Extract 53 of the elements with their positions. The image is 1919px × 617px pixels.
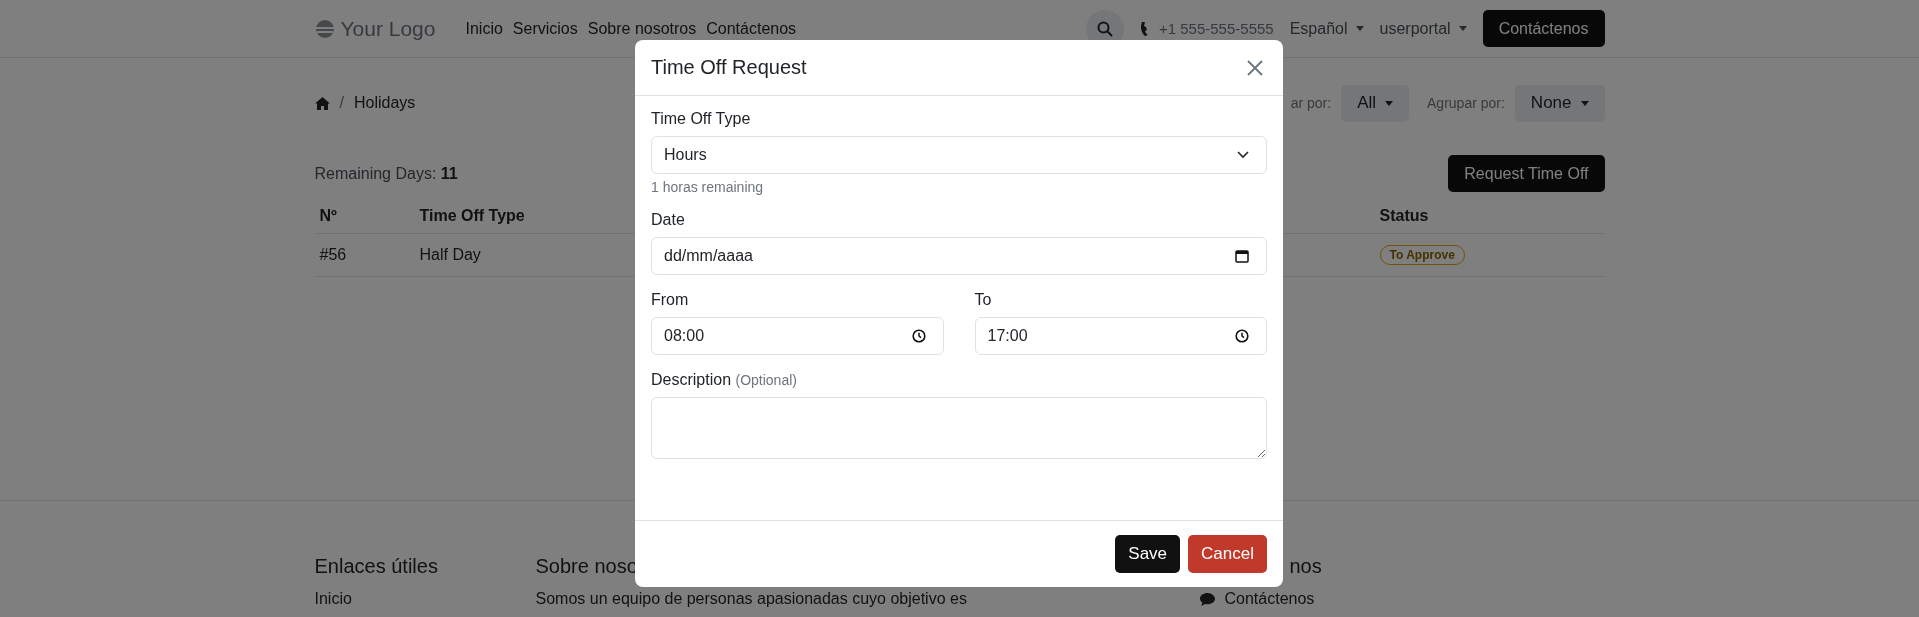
nav-link[interactable]: Servicios [512,19,578,38]
caret-icon [1355,26,1364,31]
calendar-icon[interactable] [1235,249,1249,263]
nav-link[interactable]: Contáctenos [706,19,797,38]
phone-number: +1 555-555-5555 [1159,20,1274,37]
caret-icon [1385,100,1394,106]
search-icon [1097,20,1113,37]
chat-icon [1199,592,1215,606]
table-cell: #56 [314,233,415,277]
cancel-button[interactable]: Cancel [1188,535,1267,573]
description-field[interactable] [651,397,1267,459]
footer-heading: nos [1289,555,1322,578]
caret-icon [1580,100,1589,106]
filter-dropdown[interactable]: All [1341,84,1410,122]
column-header: Nº [314,199,415,234]
footer-text: Somos un equipo de personas apasionadas cuyo objetivo es [535,590,968,608]
filter-label: ar por: [1290,95,1332,111]
field-label: To [974,291,993,309]
home-icon[interactable] [314,96,330,110]
date-field[interactable]: dd/mm/aaaa [651,237,1267,275]
close-icon [1247,59,1263,76]
column-header: Status [1374,199,1605,234]
help-text: 1 horas remaining [651,179,765,195]
clock-icon[interactable] [911,329,926,343]
time-off-type-select[interactable]: Hours [651,136,1267,174]
time-field[interactable]: 08:00 [651,317,944,355]
user-dropdown[interactable]: userportal [1379,19,1467,38]
save-button[interactable]: Save [1115,535,1181,573]
footer-link[interactable]: Inicio [314,590,536,608]
footer-link[interactable]: Contáctenos [1224,590,1315,608]
footer-heading: Enlaces útiles [314,555,439,578]
time-field[interactable]: 17:00 [974,317,1267,355]
caret-icon [1458,26,1467,31]
breadcrumb-separator: / [339,94,344,112]
field-label: Description [651,371,732,388]
filter-label: Agrupar por: [1427,95,1505,111]
field-label: Date [651,211,686,229]
field-label: From [651,291,690,309]
logo-icon [314,18,335,39]
request-time-off-button[interactable]: Request Time Off [1448,155,1605,192]
chevron-down-icon [1237,151,1249,159]
clock-icon[interactable] [1235,329,1249,343]
nav-link[interactable]: Sobre nosotros [587,19,697,38]
breadcrumb-item: Holidays [353,94,416,112]
optional-hint: (Optional) [735,372,797,388]
logo-text[interactable]: Your Logo [340,16,436,41]
remaining-days: Remaining Days: 11 [314,164,458,183]
filter-dropdown[interactable]: None [1514,84,1605,122]
contact-button[interactable]: Contáctenos [1482,10,1605,47]
field-label: Time Off Type [651,110,752,128]
nav-link[interactable]: Inicio [465,19,503,38]
language-dropdown[interactable]: Español [1289,19,1364,38]
modal-title: Time Off Request [651,56,807,79]
